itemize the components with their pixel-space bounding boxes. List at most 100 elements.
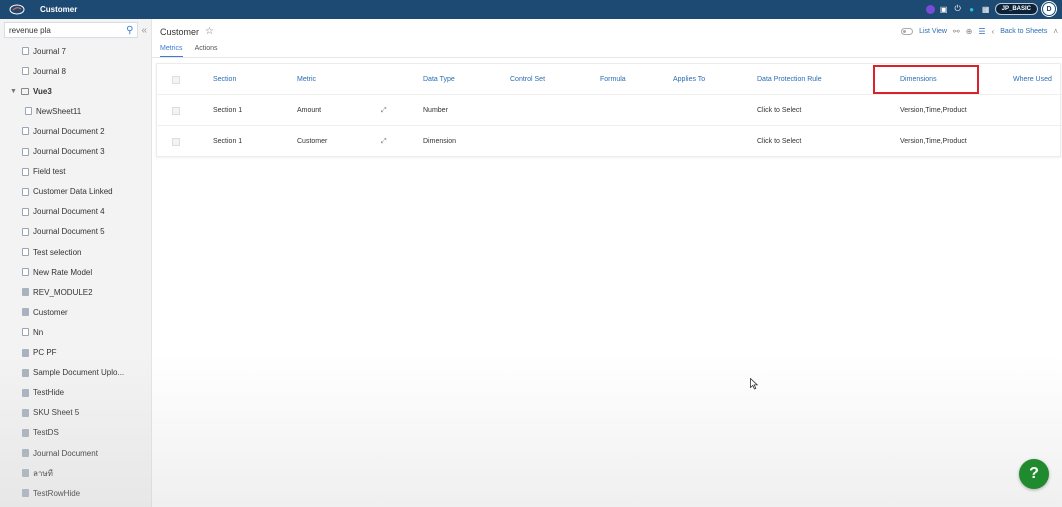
table-row[interactable]: Section 1 Amount ⤢ Number Click to Selec… <box>157 95 1062 126</box>
sidebar-item[interactable]: Journal 8 <box>22 62 66 80</box>
sidebar-item[interactable]: TestDS <box>22 424 59 442</box>
table-header-row: Section Metric Data Type Control Set For… <box>157 64 1062 95</box>
sidebar-item[interactable]: Customer Data Linked <box>22 183 113 201</box>
sidebar-item-label: Journal 8 <box>33 66 66 76</box>
sidebar-item-label: Journal Document <box>33 448 98 458</box>
app-title: Customer <box>40 5 78 14</box>
module-icon <box>22 288 29 297</box>
back-to-sheets-link[interactable]: Back to Sheets <box>1000 28 1047 35</box>
cell-data-protection-rule[interactable]: Click to Select <box>757 95 801 126</box>
cell-data-protection-rule[interactable]: Click to Select <box>757 126 801 157</box>
sidebar-item-label: Journal Document 4 <box>33 207 105 217</box>
sidebar-item[interactable]: Journal Document 2 <box>22 122 105 140</box>
select-all-checkbox[interactable] <box>172 64 180 95</box>
cell-data-type[interactable]: Dimension <box>423 126 456 157</box>
sidebar-item[interactable]: NewSheet11 <box>25 102 81 120</box>
star-icon[interactable]: ☆ <box>205 26 214 37</box>
sidebar-item-label: Customer <box>33 307 68 317</box>
chevron-down-icon[interactable]: ▼ <box>10 88 17 95</box>
sheet-toolbar: List View ⚯ ⊕ ☰ ‹ Back to Sheets ˄ <box>901 27 1058 36</box>
collapse-sidebar-icon[interactable]: « <box>141 25 147 36</box>
row-checkbox[interactable] <box>172 95 180 126</box>
cell-dimensions[interactable]: Version,Time,Product <box>900 126 967 157</box>
expand-icon[interactable]: ⤢ <box>381 95 387 126</box>
sidebar-item-label: Test selection <box>33 247 82 257</box>
sidebar-item[interactable]: Journal Document <box>22 444 98 462</box>
tab-actions[interactable]: Actions <box>195 45 218 57</box>
expand-icon[interactable]: ⤢ <box>381 126 387 157</box>
sidebar-item[interactable]: Nn <box>22 323 43 341</box>
cell-data-type[interactable]: Number <box>423 95 448 126</box>
column-header-metric[interactable]: Metric <box>297 64 316 95</box>
chevron-up-icon[interactable]: ˄ <box>1053 27 1058 36</box>
sidebar-item[interactable]: ลาษที <box>22 464 53 482</box>
column-header-where-used[interactable]: Where Used <box>1013 64 1052 95</box>
sidebar-item[interactable]: Sample Document Uplo... <box>22 364 124 382</box>
status-dot-icon[interactable]: ● <box>967 4 977 14</box>
document-icon <box>22 449 29 457</box>
folder-icon <box>20 87 29 95</box>
sidebar-item-label: Sample Document Uplo... <box>33 368 125 378</box>
list-view-label[interactable]: List View <box>919 28 947 35</box>
app-logo-icon[interactable] <box>8 4 26 16</box>
user-role-badge[interactable]: JP_BASIC <box>994 3 1038 15</box>
column-header-control-set[interactable]: Control Set <box>510 64 545 95</box>
power-icon[interactable]: ⏻ <box>953 4 963 14</box>
add-icon[interactable]: ⊕ <box>966 27 973 36</box>
cell-metric[interactable]: Customer <box>297 126 327 157</box>
column-header-formula[interactable]: Formula <box>600 64 626 95</box>
sidebar-item-label: Customer Data Linked <box>33 187 113 197</box>
sidebar-item-label: Nn <box>33 327 44 337</box>
avatar[interactable]: D <box>1042 2 1056 16</box>
list-view-toggle[interactable] <box>901 28 914 35</box>
sidebar-item-label: NewSheet11 <box>36 106 82 116</box>
calendar-icon[interactable]: ▦ <box>981 4 991 14</box>
save-icon[interactable]: ▣ <box>939 4 949 14</box>
document-icon <box>22 47 29 55</box>
search-input[interactable] <box>9 25 127 35</box>
row-checkbox[interactable] <box>172 126 180 157</box>
document-icon <box>22 348 29 357</box>
sidebar-item[interactable]: Journal Document 5 <box>22 223 105 241</box>
column-header-applies-to[interactable]: Applies To <box>673 64 705 95</box>
sidebar-item[interactable]: TestRowHide <box>22 484 80 502</box>
top-bar: Customer ▣ ⏻ ● ▦ JP_BASIC D <box>0 0 1062 19</box>
sidebar-item[interactable]: Field test <box>22 163 65 181</box>
column-header-data-type[interactable]: Data Type <box>423 64 455 95</box>
chevron-left-icon[interactable]: ‹ <box>992 27 995 36</box>
sidebar-item[interactable]: TestHide <box>22 384 64 402</box>
sidebar-item[interactable]: ▼ Vue3 <box>10 82 52 100</box>
sheet-icon <box>22 328 29 337</box>
tab-metrics[interactable]: Metrics <box>160 45 183 57</box>
main-panel: Customer ☆ List View ⚯ ⊕ ☰ ‹ Back to She… <box>152 19 1062 507</box>
sidebar-item[interactable]: Journal 7 <box>22 42 66 60</box>
sidebar-item-label: PC PF <box>33 348 57 357</box>
sidebar-item-label: REV_MODULE2 <box>33 287 93 297</box>
document-icon <box>22 207 29 216</box>
sheet-icon <box>22 248 29 256</box>
sidebar-item[interactable]: SKU Sheet 5 <box>22 404 79 422</box>
table-row[interactable]: Section 1 Customer ⤢ Dimension Click to … <box>157 126 1062 157</box>
search-icon[interactable]: ⚲ <box>126 25 133 36</box>
column-header-section[interactable]: Section <box>213 64 236 95</box>
sidebar-item[interactable]: Journal Document 3 <box>22 143 105 161</box>
cell-section: Section 1 <box>213 107 243 114</box>
document-icon <box>22 67 29 76</box>
sidebar-search-row: ⚲ « <box>0 19 151 41</box>
sidebar-item[interactable]: Test selection <box>22 243 81 261</box>
link-icon[interactable]: ⚯ <box>953 27 960 36</box>
sidebar-item[interactable]: PC PF <box>22 344 57 362</box>
sidebar-item[interactable]: Customer <box>22 303 68 321</box>
sidebar-item[interactable]: Journal Document 4 <box>22 203 105 221</box>
sidebar-item-label: TestDS <box>33 428 59 438</box>
sidebar-item[interactable]: REV_MODULE2 <box>22 283 93 301</box>
list-icon[interactable]: ☰ <box>978 27 985 36</box>
cell-metric[interactable]: Amount <box>297 95 321 126</box>
help-button[interactable]: ? <box>1019 459 1049 489</box>
cell-section: Section 1 <box>213 138 243 145</box>
sidebar-item[interactable]: New Rate Model <box>22 263 92 281</box>
cell-dimensions[interactable]: Version,Time,Product <box>900 95 967 126</box>
column-header-data-protection-rule[interactable]: Data Protection Rule <box>757 64 822 95</box>
notification-icon[interactable] <box>925 4 935 14</box>
document-icon <box>22 428 29 437</box>
